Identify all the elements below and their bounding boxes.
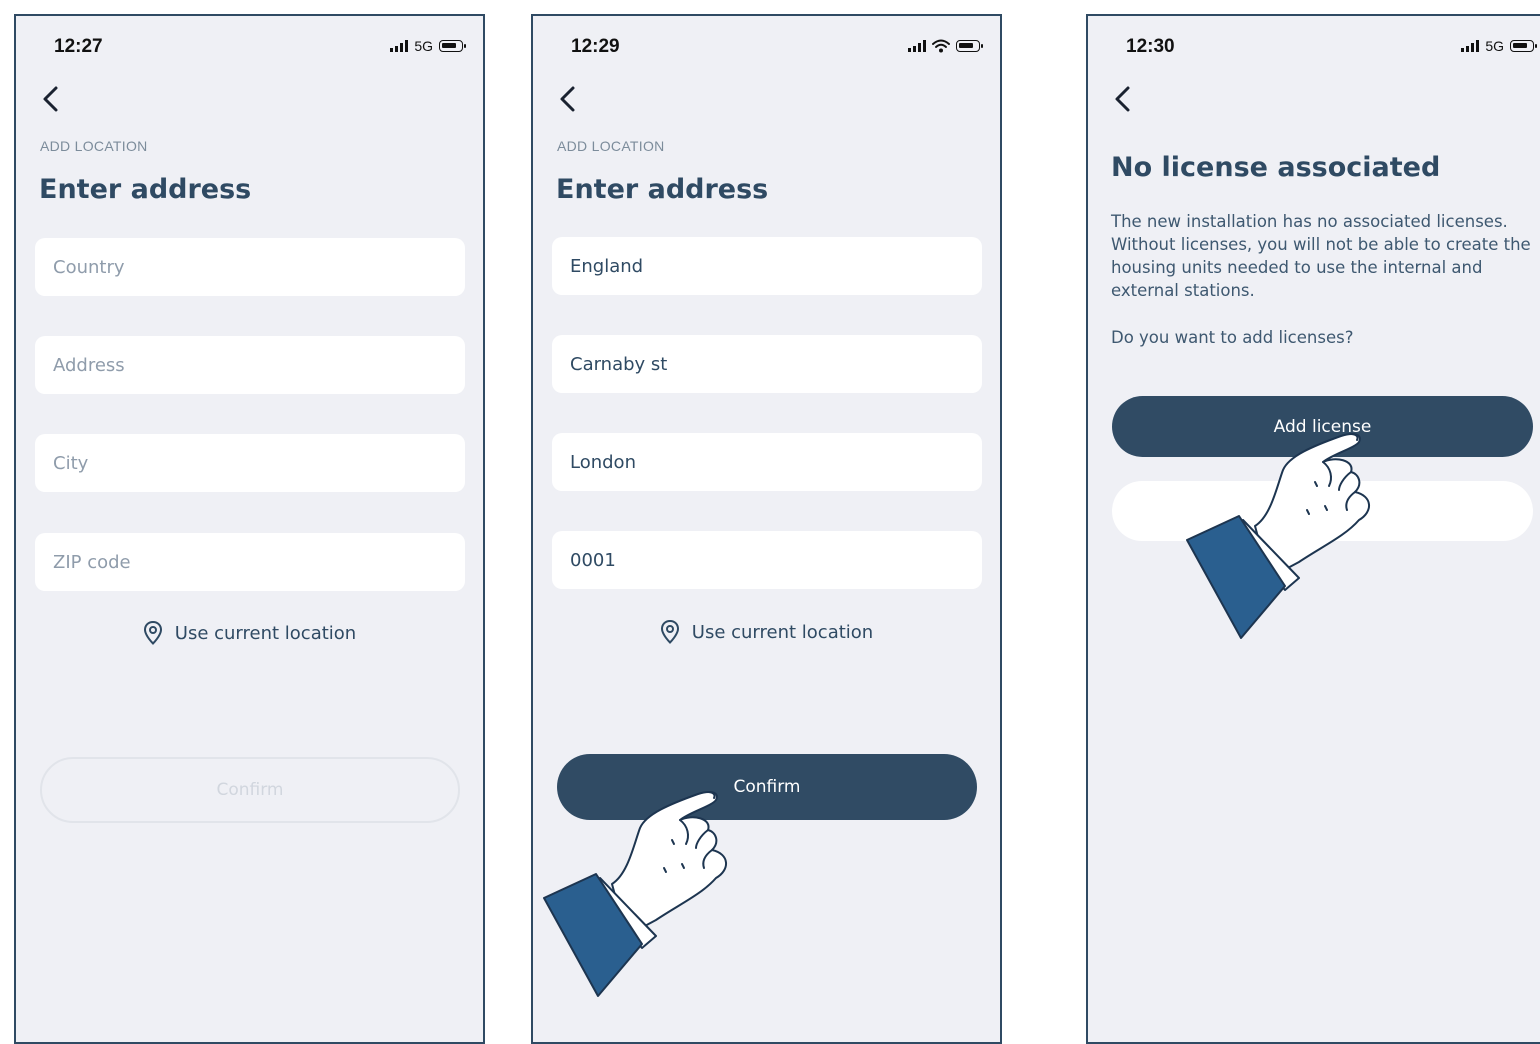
back-chevron-icon[interactable] [555,84,581,114]
network-label: 5G [414,38,433,54]
page-title: Enter address [39,174,252,205]
back-chevron-icon[interactable] [1110,84,1136,114]
city-field[interactable]: City [35,434,465,492]
network-label: 5G [1485,38,1504,54]
location-pin-icon [143,620,162,645]
page-title: Enter address [556,174,769,205]
use-current-location-button[interactable]: Use current location [16,620,483,646]
country-value: England [570,255,644,277]
status-bar-icons: 5G [1461,38,1537,54]
use-current-location-label: Use current location [691,621,874,643]
signal-icon [390,40,409,52]
country-field[interactable]: England [552,237,982,295]
battery-icon [956,40,983,52]
status-time: 12:27 [54,36,103,57]
use-current-location-label: Use current location [174,622,357,644]
city-field[interactable]: London [552,433,982,491]
confirm-button-disabled[interactable]: Confirm [40,757,460,823]
use-current-location-button[interactable]: Use current location [533,619,1000,645]
confirm-label: Confirm [216,780,284,800]
zip-code-field[interactable]: ZIP code [35,533,465,591]
back-chevron-icon[interactable] [38,84,64,114]
address-placeholder: Address [53,354,125,376]
page-title: No license associated [1111,152,1441,183]
description-text: The new installation has no associated l… [1111,212,1531,300]
country-placeholder: Country [53,256,125,278]
country-field[interactable]: Country [35,238,465,296]
battery-icon [439,40,466,52]
confirm-label: Confirm [733,777,801,797]
section-overline: ADD LOCATION [557,138,665,154]
zip-code-placeholder: ZIP code [53,551,131,573]
address-value: Carnaby st [570,353,668,375]
question-text: Do you want to add licenses? [1111,328,1354,347]
status-bar-icons [908,38,983,54]
status-time: 12:30 [1126,36,1175,57]
zip-code-field[interactable]: 0001 [552,531,982,589]
pointing-hand-icon [543,791,727,997]
location-pin-icon [660,619,679,644]
signal-icon [908,40,926,52]
address-field[interactable]: Address [35,336,465,394]
status-time: 12:29 [571,36,620,57]
city-placeholder: City [53,452,89,474]
status-bar-icons: 5G [390,38,466,54]
pointing-hand-icon [1186,433,1370,639]
signal-icon [1461,40,1480,52]
wifi-icon [932,39,950,53]
phone-screen-enter-address-empty: 12:27 5G ADD LOCATION Enter address Coun… [14,14,485,1044]
address-field[interactable]: Carnaby st [552,335,982,393]
city-value: London [570,451,636,473]
battery-icon [1510,40,1537,52]
zip-code-value: 0001 [570,549,616,571]
section-overline: ADD LOCATION [40,138,148,154]
